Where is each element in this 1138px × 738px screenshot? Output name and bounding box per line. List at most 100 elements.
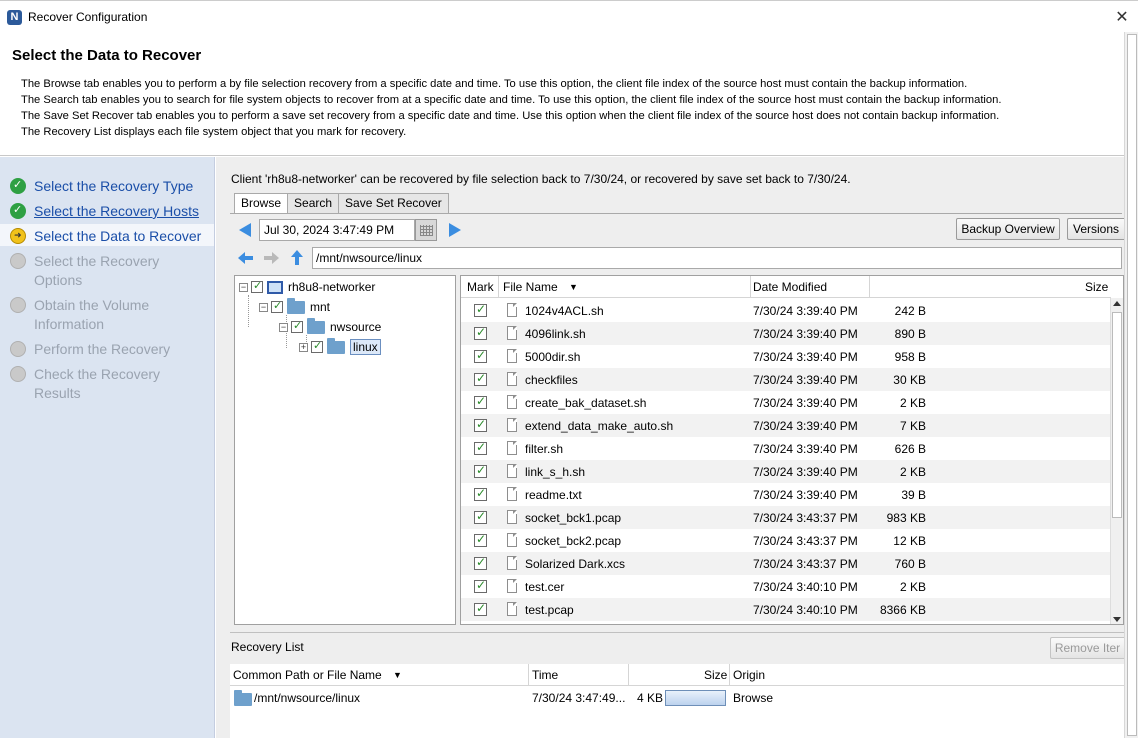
- column-size[interactable]: Size: [704, 668, 727, 682]
- file-date: 7/30/24 3:40:10 PM: [753, 603, 858, 617]
- file-name: socket_bck2.pcap: [525, 534, 622, 548]
- app-logo-icon: N: [7, 10, 22, 25]
- step-recovery-type[interactable]: Select the Recovery Type: [10, 177, 204, 196]
- file-size: 890 B: [894, 327, 926, 341]
- column-date-modified[interactable]: Date Modified: [753, 280, 827, 294]
- folder-icon: [287, 297, 305, 314]
- file-size: 983 KB: [886, 511, 926, 525]
- file-row[interactable]: extend_data_make_auto.sh 7/30/24 3:39:40 …: [461, 414, 1111, 437]
- file-date: 7/30/24 3:40:10 PM: [753, 580, 858, 594]
- tab-browse[interactable]: Browse: [234, 193, 289, 214]
- step-label: Perform the Recovery: [34, 341, 171, 357]
- size-bar: [665, 690, 726, 706]
- step-label: Select the Data to Recover: [34, 228, 202, 244]
- tree-checkbox[interactable]: [251, 279, 263, 293]
- tree-node-mnt[interactable]: − mnt: [259, 297, 330, 316]
- file-row[interactable]: test.cer 7/30/24 3:40:10 PM 2 KB: [461, 575, 1111, 598]
- computer-icon: [267, 280, 283, 294]
- mark-checkbox[interactable]: [474, 532, 487, 547]
- client-info-text: Client 'rh8u8-networker' can be recovere…: [231, 172, 851, 186]
- file-name: 1024v4ACL.sh: [525, 304, 604, 318]
- back-arrow-icon[interactable]: [238, 252, 254, 264]
- backup-overview-button[interactable]: Backup Overview: [956, 218, 1060, 240]
- file-row[interactable]: link_s_h.sh 7/30/24 3:39:40 PM 2 KB: [461, 460, 1111, 483]
- scrollbar-thumb[interactable]: [1112, 312, 1122, 518]
- file-row[interactable]: readme.txt 7/30/24 3:39:40 PM 39 B: [461, 483, 1111, 506]
- scroll-down-icon[interactable]: [1113, 617, 1121, 622]
- file-row[interactable]: Solarized Dark.xcs 7/30/24 3:43:37 PM 760 …: [461, 552, 1111, 575]
- mark-checkbox[interactable]: [474, 371, 487, 386]
- column-time[interactable]: Time: [532, 668, 558, 682]
- file-name: create_bak_dataset.sh: [525, 396, 647, 410]
- pending-icon: [10, 253, 26, 269]
- file-row[interactable]: create_bak_dataset.sh 7/30/24 3:39:40 PM 2…: [461, 391, 1111, 414]
- calendar-button[interactable]: [415, 219, 437, 241]
- tab-search[interactable]: Search: [287, 193, 340, 213]
- file-row[interactable]: test.pcap 7/30/24 3:40:10 PM 8366 KB: [461, 598, 1111, 621]
- mark-checkbox[interactable]: [474, 601, 487, 616]
- mark-checkbox[interactable]: [474, 348, 487, 363]
- next-date-button[interactable]: [449, 223, 461, 237]
- tree-checkbox[interactable]: [291, 319, 303, 333]
- mark-checkbox[interactable]: [474, 509, 487, 524]
- tree-node-linux[interactable]: + linux: [299, 337, 381, 356]
- directory-tree: − rh8u8-networker − mnt − nwsource + lin…: [234, 275, 456, 625]
- tab-save-set-recover[interactable]: Save Set Recover: [338, 193, 449, 213]
- mark-checkbox[interactable]: [474, 555, 487, 570]
- mark-checkbox[interactable]: [474, 417, 487, 432]
- close-icon[interactable]: ✕: [1114, 7, 1130, 27]
- path-field[interactable]: /mnt/nwsource/linux: [312, 247, 1122, 269]
- column-file-name[interactable]: File Name: [503, 280, 558, 294]
- column-mark[interactable]: Mark: [467, 280, 494, 294]
- tree-node-nwsource[interactable]: − nwsource: [279, 317, 381, 336]
- mark-checkbox[interactable]: [474, 325, 487, 340]
- column-origin[interactable]: Origin: [733, 668, 765, 682]
- file-table-scrollbar[interactable]: [1110, 298, 1123, 624]
- collapse-icon[interactable]: −: [239, 282, 248, 292]
- expand-icon[interactable]: +: [299, 342, 308, 352]
- collapse-icon[interactable]: −: [279, 322, 288, 332]
- previous-date-button[interactable]: [239, 223, 253, 237]
- check-icon: [10, 203, 26, 219]
- file-icon: [507, 303, 517, 317]
- file-row[interactable]: socket_bck2.pcap 7/30/24 3:43:37 PM 12 KB: [461, 529, 1111, 552]
- triangle-left-icon: [239, 223, 251, 237]
- forward-arrow-icon[interactable]: [263, 252, 279, 264]
- mark-checkbox[interactable]: [474, 486, 487, 501]
- scrollbar-thumb[interactable]: [1127, 34, 1137, 736]
- file-row[interactable]: 4096link.sh 7/30/24 3:39:40 PM 890 B: [461, 322, 1111, 345]
- file-row[interactable]: socket_bck1.pcap 7/30/24 3:43:37 PM 983 KB: [461, 506, 1111, 529]
- mark-checkbox[interactable]: [474, 302, 487, 317]
- window-title: Recover Configuration: [28, 10, 148, 24]
- file-date: 7/30/24 3:39:40 PM: [753, 327, 858, 341]
- file-row[interactable]: 5000dir.sh 7/30/24 3:39:40 PM 958 B: [461, 345, 1111, 368]
- file-date: 7/30/24 3:39:40 PM: [753, 373, 858, 387]
- collapse-icon[interactable]: −: [259, 302, 268, 312]
- step-recovery-hosts[interactable]: Select the Recovery Hosts: [10, 202, 204, 221]
- file-date: 7/30/24 3:39:40 PM: [753, 465, 858, 479]
- remove-item-button[interactable]: Remove Iter: [1050, 637, 1124, 659]
- column-common-path[interactable]: Common Path or File Name: [233, 668, 382, 682]
- mark-checkbox[interactable]: [474, 463, 487, 478]
- browse-date-field[interactable]: Jul 30, 2024 3:47:49 PM: [259, 219, 415, 241]
- mark-checkbox[interactable]: [474, 578, 487, 593]
- tree-checkbox[interactable]: [311, 339, 323, 353]
- mark-checkbox[interactable]: [474, 394, 487, 409]
- file-row[interactable]: filter.sh 7/30/24 3:39:40 PM 626 B: [461, 437, 1111, 460]
- page-title: Select the Data to Recover: [12, 47, 202, 64]
- scroll-up-icon[interactable]: [1113, 301, 1121, 306]
- desc-line-search: The Search tab enables you to search for…: [21, 94, 1002, 106]
- window-scrollbar[interactable]: [1124, 32, 1138, 738]
- file-name: Solarized Dark.xcs: [525, 557, 626, 571]
- mark-checkbox[interactable]: [474, 440, 487, 455]
- tree-node-root[interactable]: − rh8u8-networker: [239, 278, 375, 296]
- versions-button[interactable]: Versions: [1067, 218, 1124, 240]
- tree-checkbox[interactable]: [271, 299, 283, 313]
- file-row[interactable]: checkfiles 7/30/24 3:39:40 PM 30 KB: [461, 368, 1111, 391]
- step-data-to-recover[interactable]: Select the Data to Recover: [0, 224, 214, 246]
- column-size[interactable]: Size: [1085, 280, 1108, 294]
- recovery-list-row[interactable]: /mnt/nwsource/linux 7/30/24 3:47:49... 4…: [230, 688, 1124, 708]
- file-icon: [507, 602, 517, 616]
- file-row[interactable]: 1024v4ACL.sh 7/30/24 3:39:40 PM 242 B: [461, 299, 1111, 322]
- up-arrow-icon[interactable]: [291, 250, 303, 266]
